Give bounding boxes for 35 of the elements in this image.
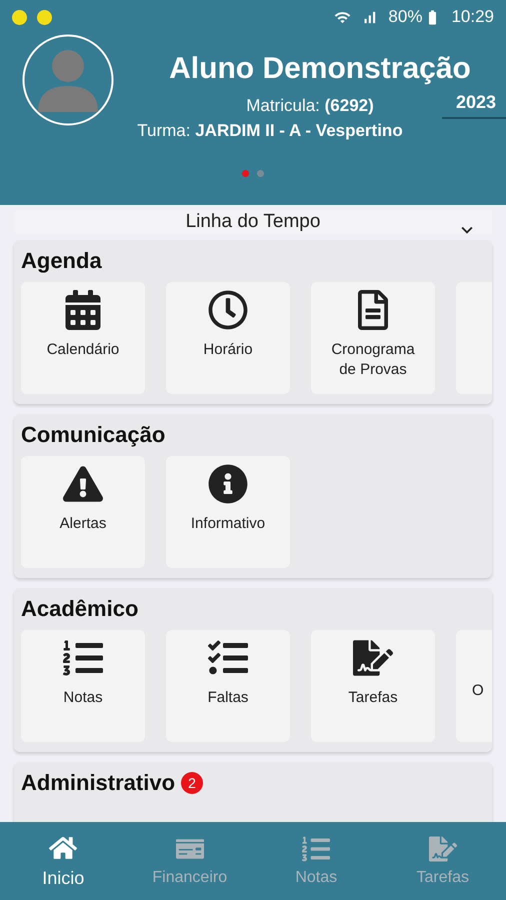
section-title: Agenda [21,248,102,274]
menu-tile[interactable]: Horário [166,282,290,394]
menu-tile[interactable]: Calendário [21,282,145,394]
section-title: Administrativo [21,770,176,796]
file-edit-icon [428,835,457,863]
menu-tile[interactable]: Tarefas [311,630,435,742]
page-dot[interactable] [257,170,264,177]
warning-icon [63,464,103,504]
clock-icon [208,290,248,330]
menu-tile[interactable]: Informativo [166,456,290,568]
calendar-icon [63,290,103,330]
class-text: Turma: JARDIM II - A - Vespertino [137,121,403,141]
menu-tile[interactable]: Faltas [166,630,290,742]
registration-text: Matricula: (6292) [246,96,374,116]
menu-tile[interactable]: Notas [21,630,145,742]
numbered-list-icon [63,638,103,678]
clock-time: 10:29 [451,7,494,27]
section-title: Acadêmico [21,596,138,622]
menu-tile[interactable]: Cronograma de Provas [311,282,435,394]
nav-tab[interactable]: Inicio [0,822,126,900]
avatar-icon [22,34,114,126]
page-dot[interactable] [242,170,249,177]
file-edit-icon [353,638,393,678]
timeline-dropdown[interactable]: Linha do Tempo [14,211,492,233]
battery-level: 80% [388,7,422,27]
info-icon [208,464,248,504]
emoji-icon [37,10,52,24]
numbered-list-icon [302,835,330,863]
count-badge: 2 [181,772,204,794]
emoji-icon [12,10,27,24]
year-selector[interactable]: 2023 [442,90,506,119]
section-title: Comunicação [21,422,166,448]
menu-tile[interactable]: O [456,630,492,742]
menu-tile[interactable]: Alertas [21,456,145,568]
student-name: Aluno Demonstração [169,52,471,86]
